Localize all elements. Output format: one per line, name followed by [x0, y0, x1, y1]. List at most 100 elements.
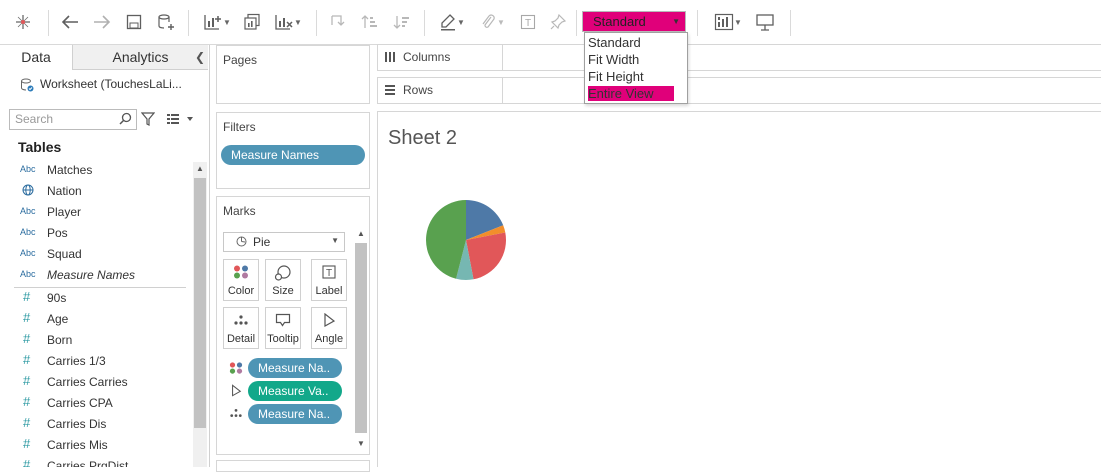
tables-heading: Tables [18, 139, 62, 155]
field-carries-carries[interactable]: # Carries Carries [0, 373, 192, 394]
pie-chart[interactable] [425, 199, 507, 281]
worksheet-view[interactable]: Sheet 2 [377, 111, 1101, 467]
pages-shelf[interactable]: Pages [216, 45, 370, 104]
fit-dropdown[interactable]: Standard ▼ [582, 11, 686, 32]
fit-dropdown-value: Standard [593, 14, 646, 29]
tableau-logo-icon[interactable] [10, 8, 36, 36]
toolbar-separator [48, 10, 49, 36]
field-label: Nation [47, 184, 82, 198]
columns-shelf[interactable]: Columns [377, 44, 1101, 71]
field-measure-names[interactable]: Abc Measure Names [0, 266, 192, 287]
rows-label: Rows [403, 83, 434, 97]
svg-text:T: T [525, 18, 531, 29]
angle-pill-measure-values[interactable]: Measure Va.. [248, 381, 342, 401]
show-me-icon[interactable]: ▼ [708, 8, 748, 36]
field-born[interactable]: # Born [0, 331, 192, 352]
scroll-up-icon[interactable]: ▲ [196, 164, 204, 173]
data-source-name[interactable]: Worksheet (TouchesLaLi... [40, 77, 182, 91]
divider [14, 287, 186, 288]
fit-option-fit-height[interactable]: Fit Height [588, 69, 644, 84]
label-button[interactable]: T Label [311, 259, 347, 301]
fit-option-fit-width[interactable]: Fit Width [588, 52, 639, 67]
detail-icon [224, 313, 258, 327]
toolbar-separator [424, 10, 425, 36]
detail-pill-measure-names[interactable]: Measure Na.. [248, 404, 342, 424]
chevron-down-icon: ▼ [331, 236, 339, 245]
scrollbar-thumb[interactable] [355, 243, 367, 433]
scroll-down-icon[interactable]: ▼ [357, 439, 365, 448]
field-carries-dis[interactable]: # Carries Dis [0, 415, 192, 436]
presentation-mode-icon[interactable] [752, 8, 778, 36]
sort-ascending-icon[interactable] [358, 8, 382, 36]
field-carries-cpa[interactable]: # Carries CPA [0, 394, 192, 415]
group-members-icon[interactable]: ▼ [474, 8, 510, 36]
redo-icon[interactable] [90, 8, 114, 36]
field-label: Carries Mis [47, 438, 108, 452]
field-label: Age [47, 312, 69, 326]
color-label: Color [227, 285, 255, 297]
angle-label: Angle [314, 333, 344, 345]
search-input[interactable]: Search [9, 109, 137, 130]
angle-button[interactable]: Angle [311, 307, 347, 349]
filter-pill-measure-names[interactable]: Measure Names [221, 145, 365, 165]
field-matches[interactable]: Abc Matches [0, 161, 192, 182]
fit-option-entire-view[interactable]: Entire View [588, 86, 674, 101]
fit-option-standard[interactable]: Standard [588, 35, 641, 50]
duplicate-sheet-icon[interactable] [240, 8, 264, 36]
rows-shelf[interactable]: Rows [377, 77, 1101, 104]
detail-button[interactable]: Detail [223, 307, 259, 349]
scrollbar-thumb[interactable] [194, 178, 206, 428]
field-carries-1-3[interactable]: # Carries 1/3 [0, 352, 192, 373]
scrollbar[interactable]: ▲ ▼ [354, 227, 368, 454]
field-90s[interactable]: # 90s [0, 289, 192, 310]
undo-icon[interactable] [58, 8, 82, 36]
list-view-icon[interactable] [167, 113, 193, 128]
clear-sheet-icon[interactable]: ▼ [268, 8, 308, 36]
tooltip-icon [266, 313, 300, 327]
tooltip-label: Tooltip [267, 333, 299, 345]
color-button[interactable]: Color [223, 259, 259, 301]
filter-icon[interactable] [140, 112, 156, 129]
number-type-icon: # [23, 394, 31, 409]
save-icon[interactable] [122, 8, 146, 36]
swap-rows-columns-icon[interactable] [326, 8, 350, 36]
highlight-icon[interactable]: ▼ [434, 8, 470, 36]
number-type-icon: # [23, 310, 31, 325]
scrollbar[interactable]: ▲ [193, 162, 207, 467]
field-label: Carries Carries [47, 375, 128, 389]
tab-data[interactable]: Data [0, 45, 72, 70]
field-label: 90s [47, 291, 67, 305]
field-carries-mis[interactable]: # Carries Mis [0, 436, 192, 457]
new-data-source-icon[interactable] [154, 8, 178, 36]
field-carries-prgdist[interactable]: # Carries PrgDist [0, 457, 192, 467]
number-type-icon: # [23, 331, 31, 346]
field-age[interactable]: # Age [0, 310, 192, 331]
show-mark-labels-icon[interactable]: T [516, 8, 540, 36]
fix-axes-icon[interactable] [546, 8, 570, 36]
filters-shelf[interactable]: Filters Measure Names [216, 112, 370, 189]
color-pill-measure-names[interactable]: Measure Na.. [248, 358, 342, 378]
new-worksheet-icon[interactable]: ▼ [198, 8, 236, 36]
scroll-up-icon[interactable]: ▲ [357, 229, 365, 238]
field-nation[interactable]: Nation [0, 182, 192, 203]
size-button[interactable]: Size [265, 259, 301, 301]
toolbar: ▼ ▼ ▼ ▼ T Standard ▼ ▼ [0, 0, 1101, 45]
toolbar-separator [790, 10, 791, 36]
toolbar-separator [697, 10, 698, 36]
field-pos[interactable]: Abc Pos [0, 224, 192, 245]
sort-descending-icon[interactable] [390, 8, 414, 36]
field-player[interactable]: Abc Player [0, 203, 192, 224]
field-label: Carries 1/3 [47, 354, 106, 368]
string-type-icon: Abc [20, 206, 36, 216]
string-type-icon: Abc [20, 227, 36, 237]
tooltip-button[interactable]: Tooltip [265, 307, 301, 349]
rows-shelf-header: Rows [378, 78, 503, 103]
tab-analytics[interactable]: Analytics [72, 45, 208, 70]
search-icon[interactable] [119, 112, 132, 128]
mark-type-dropdown[interactable]: Pie ▼ [223, 232, 345, 252]
detail-icon [229, 407, 243, 422]
field-squad[interactable]: Abc Squad [0, 245, 192, 266]
sheet-title[interactable]: Sheet 2 [388, 127, 457, 150]
string-type-icon: Abc [20, 164, 36, 174]
collapse-pane-icon[interactable]: ❮ [195, 50, 205, 64]
